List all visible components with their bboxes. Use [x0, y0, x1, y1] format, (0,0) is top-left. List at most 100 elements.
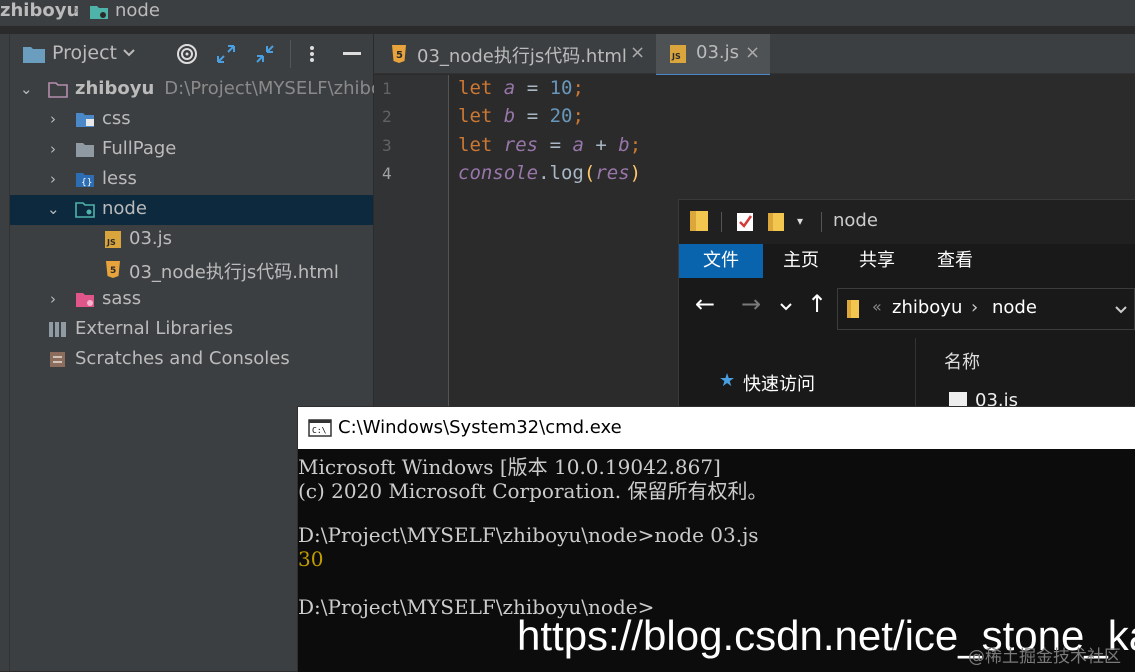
- chevron-down-icon[interactable]: ⌄: [20, 80, 33, 98]
- line-number: 2: [382, 107, 392, 126]
- breadcrumb-root[interactable]: zhiboyu: [0, 0, 79, 21]
- svg-text:JS: JS: [106, 238, 116, 247]
- navigation-breadcrumb: zhiboyu › node: [0, 0, 1135, 26]
- new-folder-icon[interactable]: [767, 210, 785, 232]
- operator: =: [549, 134, 562, 156]
- more-options-icon[interactable]: [308, 44, 316, 64]
- tab-label: 03.js: [696, 42, 740, 63]
- minimize-icon[interactable]: [343, 52, 361, 56]
- variable: res: [503, 134, 539, 156]
- tree-root-zhiboyu[interactable]: ⌄ zhiboyu D:\Project\MYSELF\zhiboyu: [10, 75, 404, 105]
- chevron-down-icon[interactable]: ⌄: [47, 200, 60, 218]
- semicolon: ;: [629, 134, 642, 156]
- file-explorer-window: ▾ node 文件 主页 共享 查看 ← → ↑ « zhiboyu › nod…: [678, 199, 1135, 411]
- tab-html-file[interactable]: 5 03_node执行js代码.html ×: [374, 34, 654, 74]
- paren-close: ): [629, 162, 642, 184]
- module-folder-icon: [75, 202, 95, 218]
- chevron-right-icon[interactable]: ›: [50, 140, 56, 158]
- chevron-down-icon[interactable]: [1114, 305, 1128, 315]
- tree-item-label: sass: [102, 288, 142, 309]
- address-segment[interactable]: node: [992, 297, 1037, 318]
- js-file-icon: JS: [105, 231, 121, 248]
- back-arrow-icon[interactable]: ←: [695, 290, 715, 318]
- pane-divider: [915, 338, 916, 410]
- tab-label: 03_node执行js代码.html: [417, 46, 627, 67]
- titlebar-divider: [721, 212, 722, 232]
- tree-item-node[interactable]: ⌄ node: [10, 195, 373, 225]
- chevron-down-icon[interactable]: [779, 302, 793, 312]
- editor-tab-bar: 5 03_node执行js代码.html × JS 03.js ×: [374, 34, 1135, 77]
- tree-item-fullpage[interactable]: › FullPage: [10, 135, 373, 165]
- address-segment[interactable]: zhiboyu: [892, 297, 962, 318]
- operator: +: [595, 134, 607, 156]
- semicolon: ;: [572, 105, 584, 127]
- method: log: [549, 162, 584, 184]
- explorer-navigation: ← → ↑ « zhiboyu › node: [679, 278, 1135, 338]
- object: console: [458, 162, 539, 184]
- number: 20: [549, 105, 573, 127]
- svg-text:5: 5: [110, 266, 116, 276]
- up-arrow-icon[interactable]: ↑: [807, 290, 827, 318]
- ribbon-tab-home[interactable]: 主页: [763, 244, 839, 278]
- address-separator[interactable]: ›: [971, 297, 978, 318]
- tool-window-strip[interactable]: [0, 34, 10, 671]
- breadcrumb-current[interactable]: node: [115, 0, 160, 21]
- tree-item-scratches[interactable]: Scratches and Consoles: [10, 345, 373, 375]
- tree-item-external-libraries[interactable]: External Libraries: [10, 315, 373, 345]
- address-bar[interactable]: « zhiboyu › node: [837, 288, 1135, 330]
- quick-access-link[interactable]: 快速访问: [743, 370, 815, 396]
- variable: b: [618, 134, 630, 156]
- console-line: D:\Project\MYSELF\zhiboyu\node>node 03.j…: [298, 523, 759, 547]
- close-icon[interactable]: ×: [630, 42, 645, 63]
- tree-item-label: Scratches and Consoles: [75, 348, 290, 369]
- expand-all-icon[interactable]: [216, 44, 236, 64]
- variable: a: [503, 77, 516, 99]
- svg-text:5: 5: [396, 50, 403, 61]
- code-line: console.log(res): [458, 162, 641, 184]
- svg-text:JS: JS: [671, 52, 681, 61]
- address-overflow[interactable]: «: [872, 297, 882, 316]
- tree-item-less[interactable]: › {} less: [10, 165, 373, 195]
- chevron-right-icon[interactable]: ›: [50, 110, 56, 128]
- ribbon-tab-view[interactable]: 查看: [915, 244, 995, 278]
- variable: b: [503, 105, 516, 127]
- cmd-titlebar[interactable]: C:\ C:\Windows\System32\cmd.exe: [298, 407, 1135, 449]
- collapse-all-icon[interactable]: [255, 44, 275, 64]
- console-output: 30: [298, 547, 324, 571]
- tree-root-label: zhiboyu D:\Project\MYSELF\zhiboyu: [75, 78, 404, 99]
- tree-item-label: node: [102, 198, 147, 219]
- tree-root-name: zhiboyu: [75, 78, 155, 99]
- code-line: let res = a + b;: [458, 134, 641, 156]
- line-number: 4: [382, 164, 392, 183]
- quick-access-dropdown-icon[interactable]: ▾: [797, 214, 803, 228]
- module-folder-icon: [90, 6, 108, 19]
- svg-text:{}: {}: [81, 178, 92, 188]
- column-header-name[interactable]: 名称: [944, 348, 980, 374]
- sass-folder-icon: [76, 293, 94, 307]
- tree-item-sass[interactable]: › sass: [10, 285, 373, 315]
- ribbon-tab-file[interactable]: 文件: [679, 244, 763, 278]
- chevron-down-icon[interactable]: [122, 48, 136, 58]
- project-view-title[interactable]: Project: [52, 42, 117, 64]
- tree-item-css[interactable]: › css: [10, 105, 373, 135]
- tree-item-03-js[interactable]: JS 03.js: [10, 225, 373, 255]
- explorer-titlebar[interactable]: ▾ node: [679, 200, 1135, 244]
- semicolon: ;: [572, 77, 584, 99]
- project-folder-icon: [23, 47, 45, 63]
- tree-item-label: FullPage: [102, 138, 177, 159]
- library-icon: [49, 322, 66, 337]
- locate-target-icon[interactable]: [176, 43, 198, 65]
- folder-icon: [690, 211, 708, 231]
- ribbon-tab-share[interactable]: 共享: [839, 244, 915, 278]
- forward-arrow-icon[interactable]: →: [741, 290, 761, 318]
- line-number: 3: [382, 136, 392, 155]
- cmd-title: C:\Windows\System32\cmd.exe: [338, 417, 622, 438]
- chevron-right-icon[interactable]: ›: [50, 290, 56, 308]
- tree-item-label: less: [102, 168, 137, 189]
- properties-icon[interactable]: [735, 210, 755, 232]
- tree-item-html-file[interactable]: 5 03_node执行js代码.html: [10, 255, 373, 285]
- js-file-icon: JS: [670, 45, 686, 63]
- close-icon[interactable]: ×: [745, 42, 760, 63]
- tab-03-js[interactable]: JS 03.js ×: [656, 34, 770, 77]
- chevron-right-icon[interactable]: ›: [50, 170, 56, 188]
